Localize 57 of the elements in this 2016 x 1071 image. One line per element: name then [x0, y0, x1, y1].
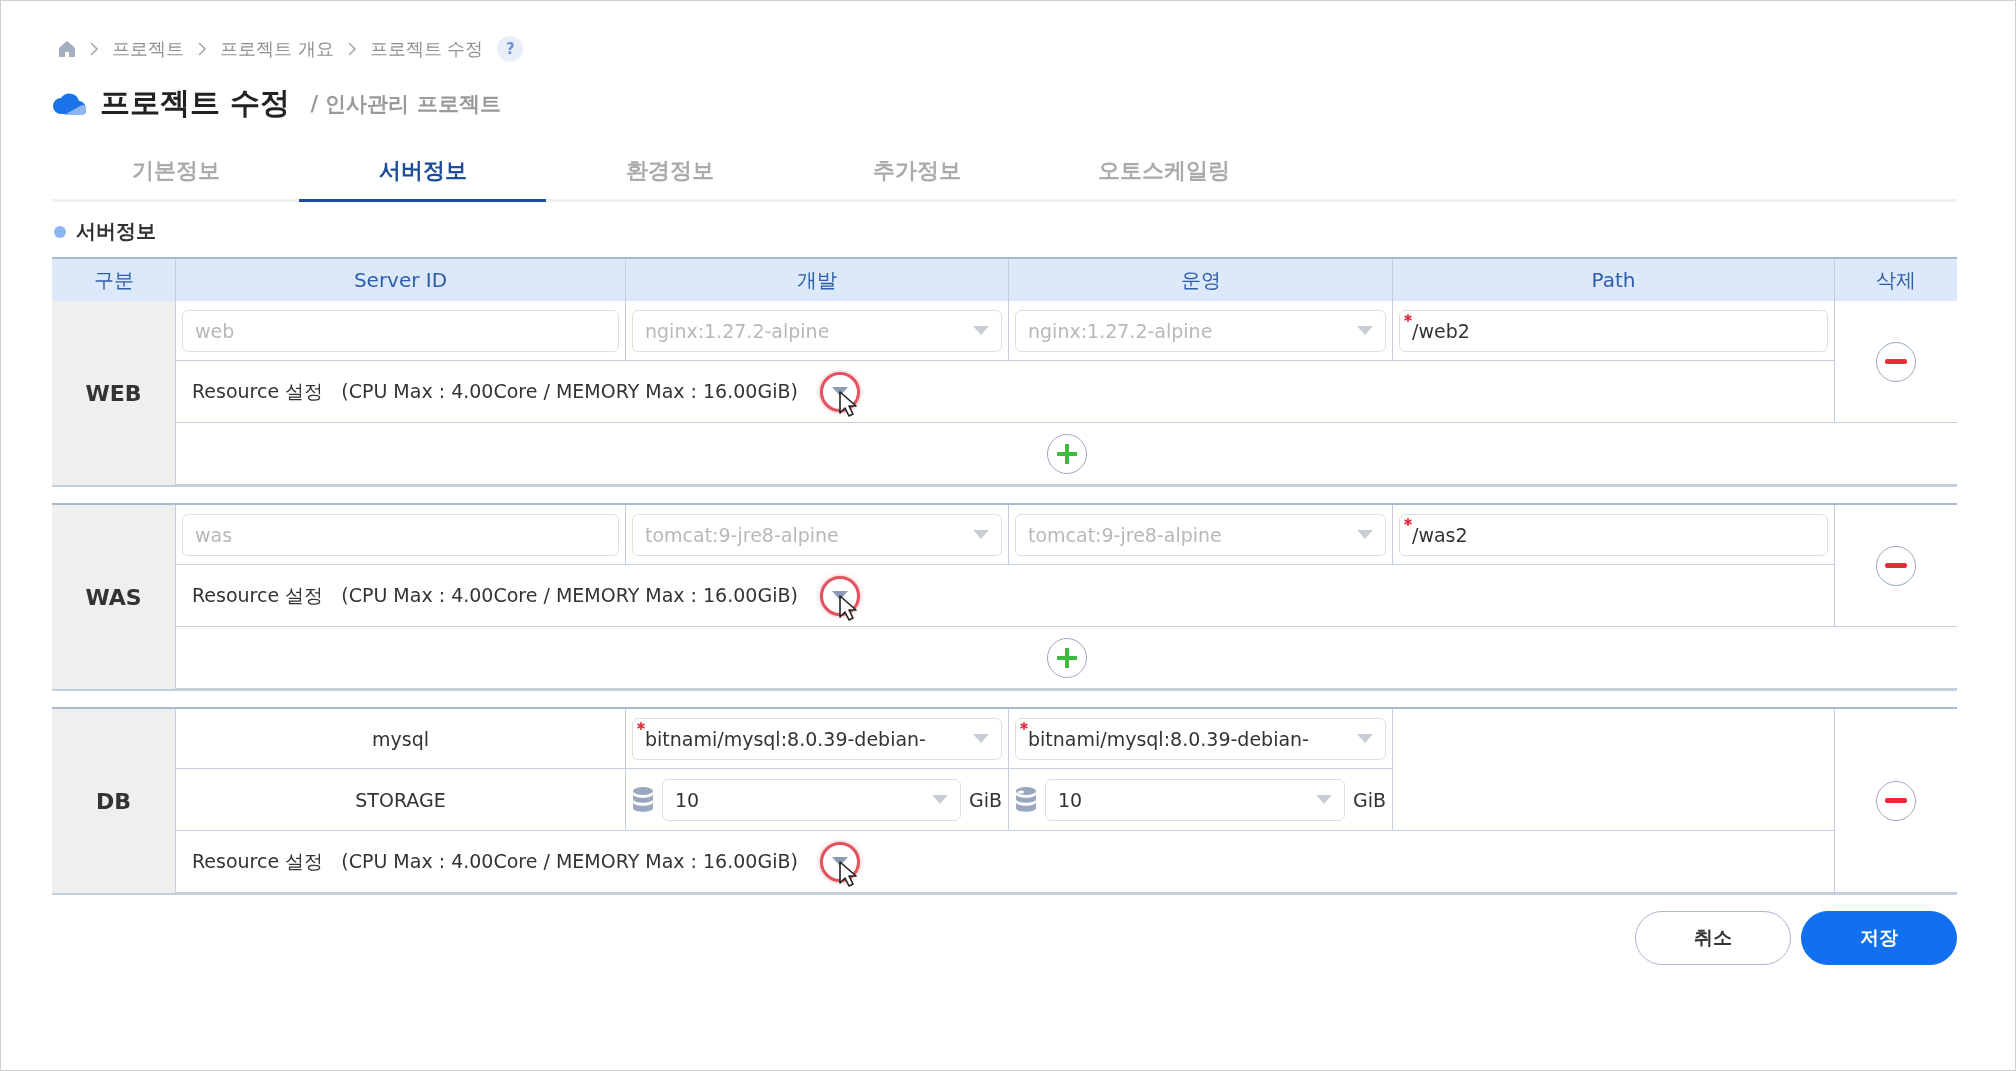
- select-field[interactable]: 10: [662, 778, 961, 821]
- tab[interactable]: 오토스케일링: [1040, 142, 1287, 202]
- save-button[interactable]: 저장: [1801, 911, 1957, 965]
- breadcrumb-link[interactable]: 프로젝트 수정: [369, 37, 484, 61]
- remove-button[interactable]: [1876, 780, 1916, 821]
- breadcrumb-link[interactable]: 프로젝트 개요: [220, 37, 334, 61]
- remove-button[interactable]: [1876, 545, 1916, 586]
- caret-icon: [931, 795, 948, 804]
- minus-icon: [1885, 562, 1907, 569]
- caret-icon: [1357, 326, 1373, 335]
- column-header: Server ID: [176, 259, 626, 301]
- page-subtitle: / 인사관리 프로젝트: [310, 90, 501, 118]
- storage-label: STORAGE: [355, 788, 446, 811]
- group-label: DB: [52, 709, 176, 893]
- database-icon: [632, 785, 654, 814]
- chevron-icon: [90, 42, 98, 56]
- caret-icon: [1357, 530, 1373, 539]
- chevron-icon: [347, 42, 356, 56]
- plus-icon: [1056, 647, 1077, 668]
- select-field[interactable]: bitnami/mysql:8.0.39-debian-: [632, 717, 1002, 760]
- help-button[interactable]: ?: [497, 36, 524, 62]
- unit-label: GiB: [1352, 788, 1386, 811]
- column-header: 운영: [1009, 259, 1393, 301]
- database-icon: [1015, 785, 1037, 814]
- column-header: Path: [1393, 259, 1835, 301]
- breadcrumb-link[interactable]: 프로젝트: [112, 37, 184, 61]
- cancel-button[interactable]: 취소: [1635, 911, 1791, 965]
- group-label: WAS: [52, 505, 176, 689]
- resource-settings-text: Resource 설정 (CPU Max : 4.00Core / MEMORY Max : 16.00GiB): [191, 582, 798, 608]
- chevron-icon: [198, 42, 206, 56]
- plus-icon: [1056, 443, 1077, 464]
- bullet-icon: [54, 225, 66, 238]
- tab[interactable]: 추가정보: [793, 142, 1040, 202]
- resource-settings-text: Resource 설정 (CPU Max : 4.00Core / MEMORY Max : 16.00GiB): [191, 378, 798, 404]
- minus-icon: [1885, 358, 1907, 365]
- section-title: 서버정보: [76, 218, 156, 245]
- column-header: 삭제: [1875, 266, 1917, 294]
- minus-icon: [1885, 797, 1907, 804]
- unit-label: GiB: [968, 788, 1002, 811]
- remove-button[interactable]: [1876, 341, 1916, 382]
- tab[interactable]: 환경정보: [546, 142, 793, 202]
- cloud-icon: [52, 92, 86, 115]
- tab[interactable]: 서버정보: [299, 142, 546, 202]
- caret-icon: [1357, 734, 1373, 743]
- caret-icon: [1315, 795, 1332, 804]
- caret-icon: [973, 530, 989, 539]
- select-field[interactable]: 10: [1045, 778, 1345, 821]
- caret-icon: [973, 326, 989, 335]
- column-header: 개발: [626, 259, 1009, 301]
- page-title: 프로젝트 수정: [100, 84, 291, 122]
- caret-icon: [973, 734, 989, 743]
- select-field[interactable]: bitnami/mysql:8.0.39-debian-: [1015, 717, 1386, 760]
- tab[interactable]: 기본정보: [52, 142, 299, 202]
- db-name: mysql: [372, 727, 429, 750]
- group-label: WEB: [52, 301, 176, 485]
- home-icon[interactable]: [58, 40, 76, 58]
- resource-settings-text: Resource 설정 (CPU Max : 4.00Core / MEMORY Max : 16.00GiB): [191, 848, 798, 874]
